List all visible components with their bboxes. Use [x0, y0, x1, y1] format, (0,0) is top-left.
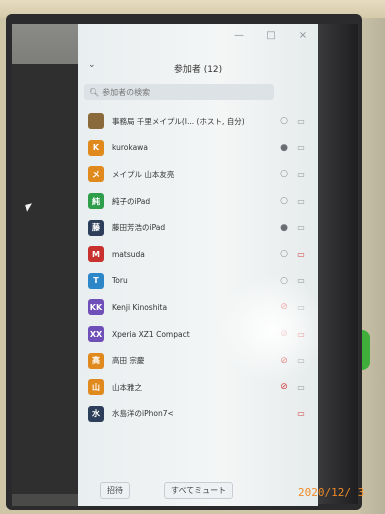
camera-icon[interactable]: ▭: [294, 223, 308, 232]
meeting-main-area: [12, 24, 78, 506]
camera-off-icon[interactable]: ▭: [294, 409, 308, 418]
mic-muted-icon[interactable]: ⊘: [278, 382, 290, 392]
panel-title: 参加者 (12): [173, 65, 223, 75]
microphone-icon[interactable]: ○: [278, 196, 290, 206]
camera-icon[interactable]: ▭: [294, 143, 308, 152]
window-controls: — □ ×: [232, 30, 310, 41]
photo-timestamp: 2020/12/ 3: [298, 486, 365, 499]
avatar: 山: [88, 379, 104, 396]
microphone-icon[interactable]: ○: [278, 116, 290, 126]
microphone-icon[interactable]: ○: [278, 249, 290, 259]
camera-icon[interactable]: ▭: [294, 170, 308, 179]
avatar: T: [88, 272, 104, 289]
avatar: KK: [88, 299, 104, 316]
avatar: [88, 113, 104, 130]
participant-row[interactable]: 水水島洋のiPhon7< ▭: [78, 401, 318, 428]
search-icon: 🔍︎: [89, 87, 100, 97]
participant-row[interactable]: 藤藤田芳浩のiPad ● ▭: [78, 214, 318, 241]
close-button[interactable]: ×: [296, 30, 310, 41]
invite-button[interactable]: 招待: [100, 482, 130, 499]
microphone-icon[interactable]: ○: [278, 169, 290, 179]
camera-icon[interactable]: ▭: [294, 117, 308, 126]
avatar: K: [88, 139, 104, 156]
microphone-icon[interactable]: ●: [278, 143, 290, 153]
participant-name: 水島洋のiPhon7<: [112, 409, 174, 419]
participant-name: 純子のiPad: [112, 196, 151, 206]
participant-name: kurokawa: [112, 143, 148, 153]
monitor-bezel-edge: [318, 24, 358, 504]
participant-row[interactable]: メメイプル 山本友亮 ○ ▭: [78, 161, 318, 188]
participant-row[interactable]: 事務局 千里メイプル(I... (ホスト, 自分) ○ ▭: [78, 108, 318, 135]
participant-row[interactable]: Kkurokawa ● ▭: [78, 135, 318, 162]
participants-panel: — □ × ⌄ 参加者 (12) 🔍︎ 事務局 千里メイプル(I... (ホスト…: [78, 24, 318, 506]
maximize-button[interactable]: □: [264, 30, 278, 41]
avatar: メ: [88, 166, 104, 183]
participant-name: 山本雅之: [112, 382, 142, 392]
panel-header: ⌄ 参加者 (12): [78, 60, 318, 76]
camera-icon[interactable]: ▭: [294, 383, 308, 392]
mute-all-button[interactable]: すべてミュート: [164, 482, 234, 499]
camera-icon[interactable]: ▭: [294, 197, 308, 206]
avatar: 水: [88, 405, 104, 422]
desk-background-right: [360, 18, 385, 514]
monitor-screen: — □ × ⌄ 参加者 (12) 🔍︎ 事務局 千里メイプル(I... (ホスト…: [12, 24, 318, 506]
avatar: 純: [88, 193, 104, 210]
camera-off-icon[interactable]: ▭: [294, 250, 308, 259]
participant-name: matsuda: [112, 249, 145, 259]
participant-name: Toru: [112, 276, 128, 286]
panel-footer: 招待 すべてミュート: [78, 482, 318, 500]
search-input[interactable]: [102, 87, 263, 97]
screen-glare: [218, 274, 318, 384]
participant-name: 藤田芳浩のiPad: [112, 223, 166, 233]
participant-name: メイプル 山本友亮: [112, 169, 175, 179]
participant-search[interactable]: 🔍︎: [84, 84, 274, 100]
minimize-button[interactable]: —: [232, 30, 246, 41]
microphone-icon[interactable]: ●: [278, 223, 290, 233]
participant-row[interactable]: 純純子のiPad ○ ▭: [78, 188, 318, 215]
avatar: M: [88, 246, 104, 263]
avatar: 藤: [88, 219, 104, 236]
participant-row[interactable]: Mmatsuda ○ ▭: [78, 241, 318, 268]
avatar: XX: [88, 326, 104, 343]
video-area[interactable]: [12, 64, 78, 494]
avatar: 高: [88, 352, 104, 369]
participant-name: 事務局 千里メイプル(I... (ホスト, 自分): [112, 116, 245, 126]
